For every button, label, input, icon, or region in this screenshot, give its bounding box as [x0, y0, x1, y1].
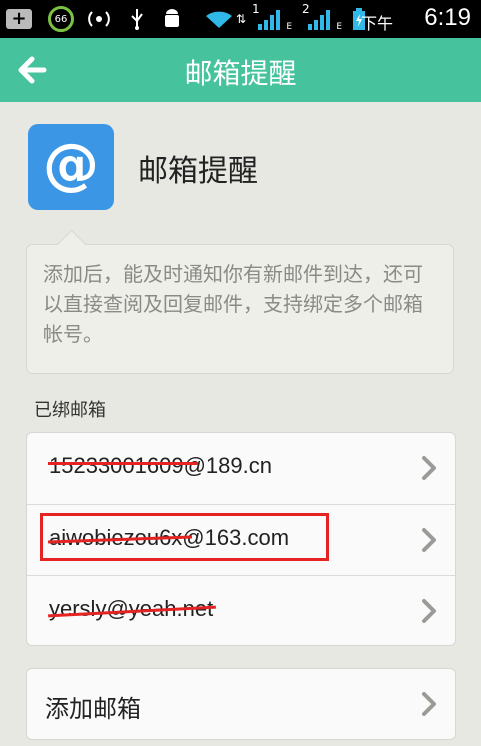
email-row[interactable]: yersly@yeah.net — [27, 575, 455, 647]
chevron-right-icon — [422, 599, 436, 623]
annotation-highlight-box — [40, 513, 329, 561]
email-address: 15233001609@189.cn — [49, 453, 272, 478]
add-email-button[interactable]: 添加邮箱 — [26, 668, 456, 740]
battery-level: 66 — [54, 13, 68, 25]
android-debug-icon — [162, 8, 182, 30]
app-name: 邮箱提醒 — [138, 154, 258, 189]
description-text: 添加后，能及时通知你有新邮件到达，还可以直接查阅及回复邮件，支持绑定多个邮箱帐号… — [43, 262, 423, 346]
title-bar: 邮箱提醒 — [0, 38, 481, 102]
time-period: 下午 — [360, 14, 393, 33]
chevron-right-icon — [422, 692, 436, 716]
bound-emails-label: 已绑邮箱 — [34, 400, 106, 421]
usb-icon — [128, 8, 146, 30]
email-row[interactable]: 15233001609@189.cn — [27, 433, 455, 504]
page-title: 邮箱提醒 — [184, 57, 297, 90]
network-type-1: E — [286, 22, 292, 32]
status-bar: + 66 ⇅ 1 E 2 E 下午 6:19 — [0, 0, 481, 38]
clock: 6:19 — [424, 4, 471, 31]
description-bubble: 添加后，能及时通知你有新邮件到达，还可以直接查阅及回复邮件，支持绑定多个邮箱帐号… — [26, 244, 454, 374]
signal-sim1-icon: 1 E — [252, 2, 292, 32]
data-transfer-icon: ⇅ — [235, 12, 247, 26]
add-email-label: 添加邮箱 — [45, 695, 141, 723]
wifi-icon — [204, 8, 234, 30]
wireless-icon — [88, 8, 110, 30]
chevron-right-icon — [422, 456, 436, 480]
redaction-strike — [48, 462, 198, 465]
mail-app-icon: @ — [28, 124, 114, 210]
chevron-right-icon — [422, 528, 436, 552]
signal-sim2-icon: 2 E — [302, 2, 342, 32]
at-sign-icon: @ — [43, 132, 99, 197]
sim2-label: 2 — [302, 2, 310, 16]
battery-ring-icon: 66 — [48, 6, 74, 32]
network-type-2: E — [336, 22, 342, 32]
sim1-label: 1 — [252, 2, 260, 16]
add-notification-icon: + — [6, 9, 32, 29]
